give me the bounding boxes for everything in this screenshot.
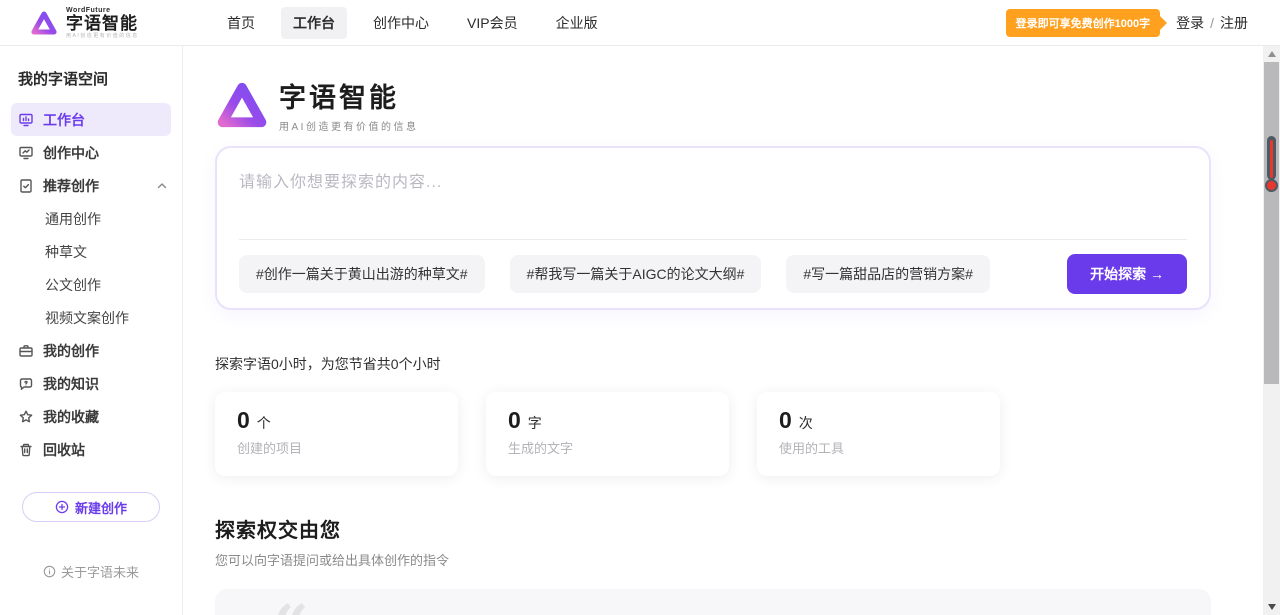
sidebar-item-label: 创作中心 xyxy=(43,143,99,163)
hero-brand-tagline: 用AI创造更有价值的信息 xyxy=(279,118,418,133)
sidebar-heading: 我的字语空间 xyxy=(0,60,182,103)
sidebar-item-label: 我的创作 xyxy=(43,341,99,361)
stat-value: 0 xyxy=(779,407,792,434)
sidebar-item-label: 我的收藏 xyxy=(43,407,99,427)
about-link[interactable]: 关于字语未来 xyxy=(0,562,182,581)
nav-item-enterprise[interactable]: 企业版 xyxy=(544,7,610,39)
top-navbar: WordFuture 字语智能 用AI创造更有价值的信息 首页 工作台 创作中心… xyxy=(0,0,1280,46)
sidebar-item-my-creations[interactable]: 我的创作 xyxy=(0,334,182,367)
sidebar-subitem-video-copy[interactable]: 视频文案创作 xyxy=(0,301,182,334)
main-content: 字语智能 用AI创造更有价值的信息 #创作一篇关于黄山出游的种草文# #帮我写一… xyxy=(183,46,1263,615)
briefcase-icon xyxy=(18,343,34,359)
document-check-icon xyxy=(18,178,34,194)
about-label: 关于字语未来 xyxy=(61,562,139,581)
stat-unit: 字 xyxy=(528,413,542,433)
login-promo-badge[interactable]: 登录即可享免费创作1000字 xyxy=(1006,9,1160,37)
brand-wordmark: WordFuture xyxy=(66,7,139,14)
stat-unit: 个 xyxy=(257,413,271,433)
example-qa-card: “ 字语智能是什么? 嘿，帮我创作一篇北京出游攻略 xyxy=(215,589,1211,615)
stat-cards: 0 个 创建的项目 0 字 生成的文字 0 次 使用的工具 xyxy=(215,392,1211,476)
chevron-up-icon[interactable] xyxy=(156,180,168,192)
stat-label: 使用的工具 xyxy=(779,438,978,457)
brand-triangle-icon xyxy=(30,10,58,36)
sidebar-item-recommended[interactable]: 推荐创作 xyxy=(0,169,182,202)
question-bubble-icon xyxy=(18,376,34,392)
trash-icon xyxy=(18,442,34,458)
hero-logo: 字语智能 用AI创造更有价值的信息 xyxy=(215,76,1211,133)
sidebar-item-label: 我的知识 xyxy=(43,374,99,394)
scroll-up-button[interactable] xyxy=(1268,51,1276,57)
suggestion-chip-huangshan[interactable]: #创作一篇关于黄山出游的种草文# xyxy=(239,255,485,293)
suggestion-chips: #创作一篇关于黄山出游的种草文# #帮我写一篇关于AIGC的论文大纲# #写一篇… xyxy=(239,254,1187,294)
sidebar-item-label: 工作台 xyxy=(43,110,85,130)
nav-item-workbench[interactable]: 工作台 xyxy=(281,7,347,39)
brand-name: 字语智能 xyxy=(66,15,139,32)
sidebar-item-recycle-bin[interactable]: 回收站 xyxy=(0,433,182,466)
sidebar-subitem-official-doc[interactable]: 公文创作 xyxy=(0,268,182,301)
scroll-down-button[interactable] xyxy=(1268,604,1276,610)
new-creation-label: 新建创作 xyxy=(75,498,127,517)
auth-divider: / xyxy=(1210,15,1214,31)
suggestion-chip-dessert[interactable]: #写一篇甜品店的营销方案# xyxy=(786,255,990,293)
nav-item-home[interactable]: 首页 xyxy=(215,7,267,39)
scrollbar-track[interactable] xyxy=(1263,46,1280,615)
stats-summary: 探索字语0小时，为您节省共0个小时 xyxy=(215,354,1211,374)
stat-card-projects: 0 个 创建的项目 xyxy=(215,392,458,476)
quote-icon: “ xyxy=(273,597,309,615)
star-icon xyxy=(18,409,34,425)
thermometer-indicator xyxy=(1265,136,1278,192)
sidebar-item-my-knowledge[interactable]: 我的知识 xyxy=(0,367,182,400)
hero-brand-name: 字语智能 xyxy=(279,76,418,115)
explore-section-subtitle: 您可以向字语提问或给出具体创作的指令 xyxy=(215,550,1211,569)
plus-circle-icon xyxy=(55,500,69,514)
sidebar-subitem-general-creation[interactable]: 通用创作 xyxy=(0,202,182,235)
start-explore-button[interactable]: 开始探索 → xyxy=(1067,254,1187,294)
stat-card-tools: 0 次 使用的工具 xyxy=(757,392,1000,476)
nav-item-creation-center[interactable]: 创作中心 xyxy=(361,7,441,39)
sidebar-item-creation-center[interactable]: 创作中心 xyxy=(0,136,182,169)
sidebar-item-workbench[interactable]: 工作台 xyxy=(11,103,171,136)
explore-section-title: 探索权交由您 xyxy=(215,514,1211,543)
prompt-input[interactable] xyxy=(239,168,1187,228)
scrollbar-thumb[interactable] xyxy=(1264,62,1279,384)
login-link[interactable]: 登录 xyxy=(1176,13,1204,33)
sidebar: 我的字语空间 工作台 创作中心 推荐创作 通用创作 种草文 公文创作 视频文案创 xyxy=(0,46,183,615)
new-creation-button[interactable]: 新建创作 xyxy=(22,492,160,522)
info-circle-icon xyxy=(43,565,56,578)
brand-logo[interactable]: WordFuture 字语智能 用AI创造更有价值的信息 xyxy=(30,7,185,39)
sidebar-item-my-favorites[interactable]: 我的收藏 xyxy=(0,400,182,433)
suggestion-chip-aigc[interactable]: #帮我写一篇关于AIGC的论文大纲# xyxy=(510,255,762,293)
monitor-icon xyxy=(18,112,34,128)
main-nav: 首页 工作台 创作中心 VIP会员 企业版 xyxy=(215,7,610,39)
stat-label: 创建的项目 xyxy=(237,438,436,457)
prompt-divider xyxy=(239,239,1187,240)
prompt-card: #创作一篇关于黄山出游的种草文# #帮我写一篇关于AIGC的论文大纲# #写一篇… xyxy=(215,146,1211,310)
stat-card-words: 0 字 生成的文字 xyxy=(486,392,729,476)
sidebar-item-label: 推荐创作 xyxy=(43,176,99,196)
brand-subtitle: 用AI创造更有价值的信息 xyxy=(66,34,139,39)
nav-item-vip[interactable]: VIP会员 xyxy=(455,7,530,39)
auth-links: 登录 / 注册 xyxy=(1176,13,1248,33)
monitor-edit-icon xyxy=(18,145,34,161)
stat-value: 0 xyxy=(508,407,521,434)
register-link[interactable]: 注册 xyxy=(1220,13,1248,33)
sidebar-item-label: 回收站 xyxy=(43,440,85,460)
hero-triangle-icon xyxy=(215,80,269,130)
stat-value: 0 xyxy=(237,407,250,434)
stat-unit: 次 xyxy=(799,413,813,433)
sidebar-subitem-seeding-article[interactable]: 种草文 xyxy=(0,235,182,268)
stat-label: 生成的文字 xyxy=(508,438,707,457)
